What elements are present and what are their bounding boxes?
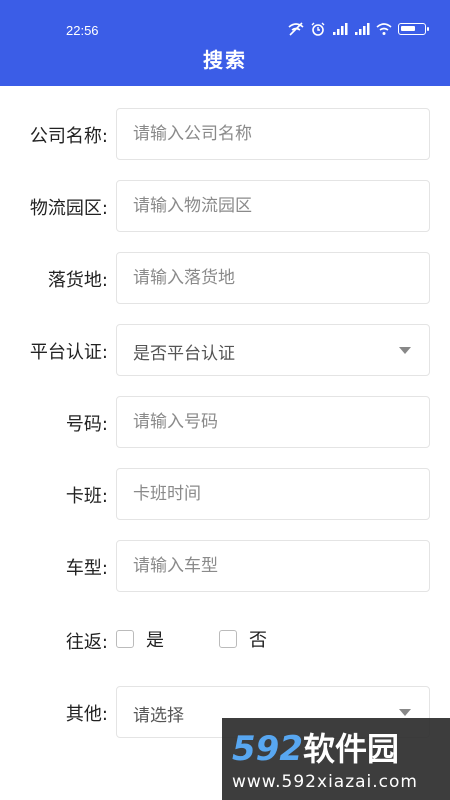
status-time: 22:56 <box>66 23 99 38</box>
checkbox-yes[interactable] <box>116 630 134 648</box>
vehicle-type-input[interactable] <box>117 541 429 591</box>
option-no-label: 否 <box>249 630 267 651</box>
round-trip-options: 是 否 <box>116 626 267 652</box>
signal-icon-2 <box>355 23 370 35</box>
round-trip-option-yes[interactable]: 是 <box>116 626 164 652</box>
watermark-logo-number: 592 <box>232 729 303 769</box>
round-trip-option-no[interactable]: 否 <box>219 626 267 652</box>
schedule-row: 卡班: <box>0 468 450 520</box>
status-icons <box>288 22 429 36</box>
destination-field[interactable] <box>116 252 430 304</box>
schedule-input[interactable] <box>117 469 429 519</box>
round-trip-row: 往返: 是 否 <box>0 614 450 666</box>
caret-down-icon <box>399 347 411 354</box>
vehicle-type-row: 车型: <box>0 540 450 592</box>
destination-label: 落货地: <box>47 270 108 291</box>
wifi-off-icon <box>288 22 304 36</box>
phone-row: 号码: <box>0 396 450 448</box>
other-value: 请选择 <box>133 706 184 726</box>
schedule-field[interactable] <box>116 468 430 520</box>
schedule-label: 卡班: <box>65 486 108 507</box>
logistics-park-input[interactable] <box>117 181 429 231</box>
company-name-input[interactable] <box>117 109 429 159</box>
watermark: 592软件园 www.592xiazai.com <box>222 718 450 800</box>
platform-cert-row: 平台认证: 是否平台认证 <box>0 324 450 376</box>
vehicle-type-field[interactable] <box>116 540 430 592</box>
battery-icon <box>398 23 429 35</box>
logistics-park-label: 物流园区: <box>29 198 108 219</box>
signal-icon <box>333 23 348 35</box>
logistics-park-field[interactable] <box>116 180 430 232</box>
app-header: 22:56 搜索 <box>0 0 450 86</box>
platform-cert-select[interactable]: 是否平台认证 <box>116 324 430 376</box>
phone-field[interactable] <box>116 396 430 448</box>
platform-cert-value: 是否平台认证 <box>133 344 235 364</box>
destination-row: 落货地: <box>0 252 450 304</box>
company-name-field[interactable] <box>116 108 430 160</box>
company-name-row: 公司名称: <box>0 108 450 160</box>
checkbox-no[interactable] <box>219 630 237 648</box>
other-label: 其他: <box>65 704 108 725</box>
round-trip-label: 往返: <box>65 632 108 653</box>
phone-input[interactable] <box>117 397 429 447</box>
alarm-icon <box>311 22 325 36</box>
company-name-label: 公司名称: <box>29 126 108 147</box>
wifi-icon <box>376 23 392 35</box>
watermark-logo: 592软件园 <box>232 724 399 770</box>
vehicle-type-label: 车型: <box>65 558 108 579</box>
platform-cert-label: 平台认证: <box>29 342 108 363</box>
logistics-park-row: 物流园区: <box>0 180 450 232</box>
watermark-url: www.592xiazai.com <box>232 772 418 792</box>
phone-label: 号码: <box>65 414 108 435</box>
page-title: 搜索 <box>203 48 247 72</box>
destination-input[interactable] <box>117 253 429 303</box>
watermark-logo-text: 软件园 <box>302 730 399 768</box>
option-yes-label: 是 <box>146 630 164 651</box>
caret-down-icon <box>399 709 411 716</box>
